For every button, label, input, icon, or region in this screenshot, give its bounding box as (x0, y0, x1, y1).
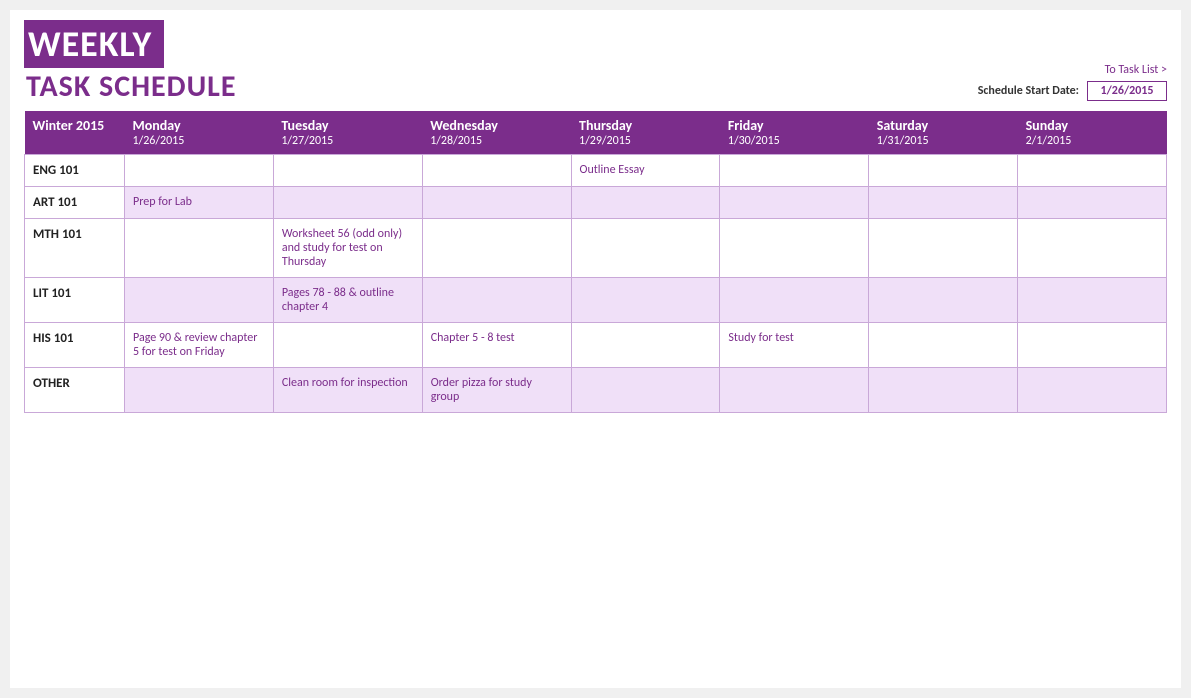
table-cell[interactable] (869, 368, 1018, 413)
header-right: To Task List > Schedule Start Date: 1/26… (978, 63, 1167, 105)
table-cell[interactable] (571, 219, 720, 278)
table-cell[interactable] (422, 278, 571, 323)
task-text: Outline Essay (580, 163, 645, 177)
table-cell[interactable]: Pages 78 - 88 & outline chapter 4 (273, 278, 422, 323)
header-col-wednesday: Wednesday 1/28/2015 (422, 111, 571, 155)
title-line2: TASK SCHEDULE (24, 68, 236, 105)
header-col-season: Winter 2015 (25, 111, 125, 155)
table-cell[interactable]: Prep for Lab (125, 187, 274, 219)
page-container: WEEKLY TASK SCHEDULE To Task List > Sche… (10, 10, 1181, 688)
table-cell[interactable]: Order pizza for study group (422, 368, 571, 413)
table-cell[interactable] (720, 187, 869, 219)
table-cell[interactable] (422, 155, 571, 187)
header-col-saturday: Saturday 1/31/2015 (869, 111, 1018, 155)
header-col-tuesday: Tuesday 1/27/2015 (273, 111, 422, 155)
schedule-table: Winter 2015 Monday 1/26/2015 Tuesday 1/2… (24, 111, 1167, 413)
table-cell[interactable] (571, 278, 720, 323)
row-label: LIT 101 (25, 278, 125, 323)
header-col-friday: Friday 1/30/2015 (720, 111, 869, 155)
to-task-list-link[interactable]: To Task List > (978, 63, 1167, 77)
table-cell[interactable] (1018, 155, 1167, 187)
header-col-monday: Monday 1/26/2015 (125, 111, 274, 155)
table-cell[interactable] (125, 368, 274, 413)
table-cell[interactable] (125, 219, 274, 278)
row-label: ENG 101 (25, 155, 125, 187)
table-cell[interactable] (869, 219, 1018, 278)
table-row: MTH 101 Worksheet 56 (odd only) and study… (25, 219, 1167, 278)
row-label: ART 101 (25, 187, 125, 219)
task-text: Pages 78 - 88 & outline chapter 4 (282, 286, 394, 314)
task-text: Order pizza for study group (431, 376, 532, 404)
table-cell[interactable]: Page 90 & review chapter 5 for test on F… (125, 323, 274, 368)
table-cell[interactable] (869, 155, 1018, 187)
table-cell[interactable] (125, 278, 274, 323)
start-date-value[interactable]: 1/26/2015 (1087, 81, 1167, 101)
table-cell[interactable] (720, 368, 869, 413)
table-cell[interactable]: Study for test (720, 323, 869, 368)
row-label: HIS 101 (25, 323, 125, 368)
table-cell[interactable]: Chapter 5 - 8 test (422, 323, 571, 368)
header-col-thursday: Thursday 1/29/2015 (571, 111, 720, 155)
table-cell[interactable] (422, 187, 571, 219)
table-cell[interactable] (571, 187, 720, 219)
title-block: WEEKLY TASK SCHEDULE (24, 20, 236, 105)
table-row: HIS 101 Page 90 & review chapter 5 for te… (25, 323, 1167, 368)
table-cell[interactable] (1018, 278, 1167, 323)
table-cell[interactable] (273, 323, 422, 368)
table-cell[interactable] (422, 219, 571, 278)
table-cell[interactable] (1018, 219, 1167, 278)
header-col-sunday: Sunday 2/1/2015 (1018, 111, 1167, 155)
header-row: WEEKLY TASK SCHEDULE To Task List > Sche… (24, 20, 1167, 105)
task-text: Prep for Lab (133, 195, 192, 209)
table-cell[interactable] (720, 219, 869, 278)
row-label: OTHER (25, 368, 125, 413)
table-cell[interactable] (1018, 368, 1167, 413)
table-cell[interactable] (1018, 323, 1167, 368)
table-cell[interactable] (571, 323, 720, 368)
row-label: MTH 101 (25, 219, 125, 278)
start-date-row: Schedule Start Date: 1/26/2015 (978, 81, 1167, 101)
start-date-label: Schedule Start Date: (978, 84, 1079, 98)
table-cell[interactable] (869, 323, 1018, 368)
title-line1: WEEKLY (24, 20, 164, 68)
table-cell[interactable] (720, 155, 869, 187)
table-row: LIT 101 Pages 78 - 88 & outline chapter 4 (25, 278, 1167, 323)
table-cell[interactable] (720, 278, 869, 323)
table-row: ART 101 Prep for Lab (25, 187, 1167, 219)
task-text: Chapter 5 - 8 test (431, 331, 515, 345)
table-row: ENG 101 Outline Essay (25, 155, 1167, 187)
table-cell[interactable]: Worksheet 56 (odd only) and study for te… (273, 219, 422, 278)
table-cell[interactable] (125, 155, 274, 187)
task-text: Page 90 & review chapter 5 for test on F… (133, 331, 257, 359)
table-cell[interactable] (571, 368, 720, 413)
task-text: Clean room for inspection (282, 376, 408, 390)
table-cell[interactable] (273, 187, 422, 219)
table-cell[interactable] (869, 278, 1018, 323)
table-cell[interactable]: Clean room for inspection (273, 368, 422, 413)
table-cell[interactable] (273, 155, 422, 187)
task-text: Worksheet 56 (odd only) and study for te… (282, 227, 402, 269)
table-row: OTHER Clean room for inspection Order pizz… (25, 368, 1167, 413)
task-text: Study for test (728, 331, 793, 345)
table-cell[interactable] (1018, 187, 1167, 219)
header-row-table: Winter 2015 Monday 1/26/2015 Tuesday 1/2… (25, 111, 1167, 155)
table-cell[interactable] (869, 187, 1018, 219)
table-cell[interactable]: Outline Essay (571, 155, 720, 187)
